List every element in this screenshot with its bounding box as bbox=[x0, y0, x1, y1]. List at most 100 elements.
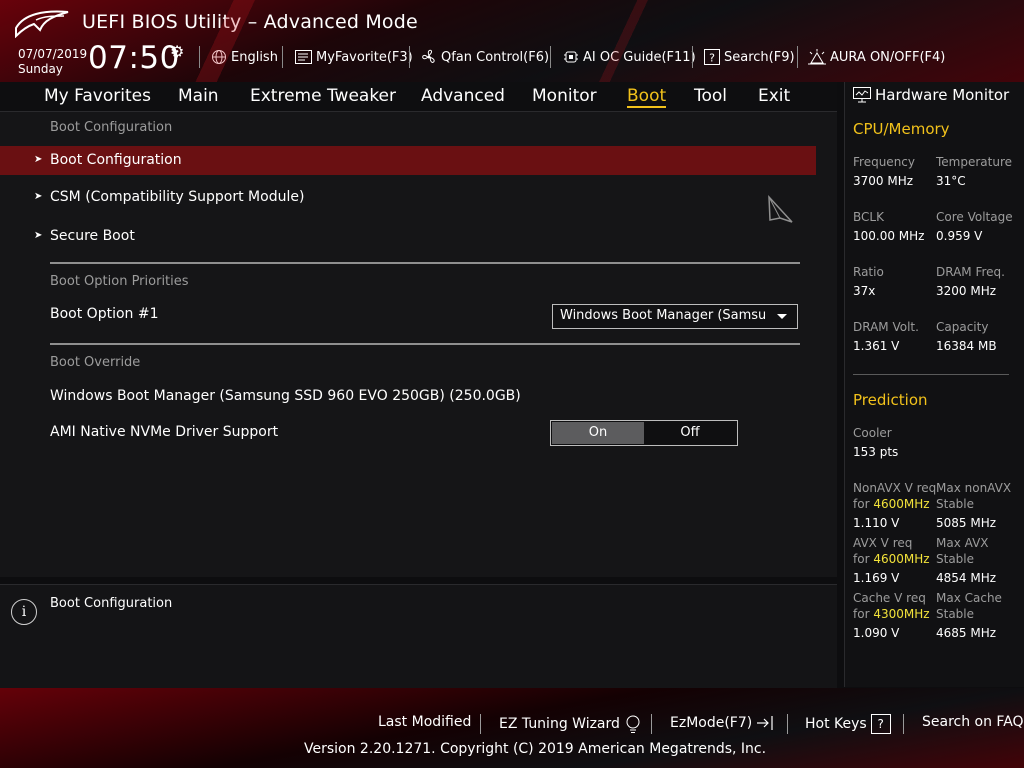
mouse-cursor-icon bbox=[768, 194, 793, 223]
ez-mode-label: EzMode(F7) bbox=[670, 715, 753, 731]
info-icon: i bbox=[11, 599, 37, 625]
weekday-text: Sunday bbox=[18, 62, 63, 76]
boot-option-1-select[interactable]: Windows Boot Manager (Samsung SSD 960 EV… bbox=[552, 304, 798, 329]
bclk-value: 100.00 MHz bbox=[853, 229, 925, 243]
dram-freq-value: 3200 MHz bbox=[936, 284, 997, 298]
max-cache-value: 4685 MHz bbox=[936, 626, 997, 640]
tab-exit[interactable]: Exit bbox=[758, 86, 790, 106]
boot-option-1-value: Windows Boot Manager (Samsung SSD 960 EV… bbox=[560, 308, 765, 323]
header-separator bbox=[409, 46, 410, 68]
myfavorite-button[interactable]: MyFavorite(F3) bbox=[295, 48, 413, 66]
language-button[interactable]: English bbox=[211, 48, 278, 66]
dram-volt-label: DRAM Volt. bbox=[853, 320, 919, 334]
ez-tuning-wizard-button[interactable]: EZ Tuning Wizard bbox=[499, 714, 642, 734]
date-text: 07/07/2019 bbox=[18, 47, 88, 61]
avx-freq: 4600MHz bbox=[873, 552, 930, 566]
nav-item-secure-boot[interactable]: ➤ Secure Boot bbox=[0, 222, 816, 251]
section-divider bbox=[50, 262, 800, 264]
question-box-icon: ? bbox=[704, 49, 720, 65]
search-button[interactable]: ? Search(F9) bbox=[704, 48, 795, 66]
menu-bar: My Favorites Main Extreme Tweaker Advanc… bbox=[0, 82, 837, 112]
arrow-right-icon: ➤ bbox=[34, 191, 43, 202]
fan-icon bbox=[422, 49, 435, 64]
cache-req-label: Cache V req for 4300MHz bbox=[853, 591, 930, 621]
aura-toggle-button[interactable]: AURA ON/OFF(F4) bbox=[808, 48, 945, 66]
frequency-label: Frequency bbox=[853, 155, 915, 169]
frequency-value: 3700 MHz bbox=[853, 174, 914, 188]
prediction-title: Prediction bbox=[853, 391, 928, 409]
nvme-off-option[interactable]: Off bbox=[644, 422, 736, 444]
section-title-boot-option-priorities: Boot Option Priorities bbox=[50, 274, 189, 289]
hot-keys-button[interactable]: Hot Keys ? bbox=[805, 714, 891, 734]
section-title-boot-override: Boot Override bbox=[50, 355, 141, 370]
rog-logo-icon bbox=[15, 10, 69, 38]
tab-extreme-tweaker[interactable]: Extreme Tweaker bbox=[250, 86, 396, 106]
exit-arrow-icon bbox=[757, 716, 773, 730]
search-faq-label: Search on FAQ bbox=[922, 714, 1024, 730]
footer-separator bbox=[480, 714, 481, 734]
footer-separator bbox=[903, 714, 904, 734]
qfan-control-label: Qfan Control(F6) bbox=[441, 49, 550, 65]
temperature-value: 31°C bbox=[936, 174, 966, 188]
aura-icon bbox=[808, 49, 826, 65]
avx-req-label: AVX V req for 4600MHz bbox=[853, 536, 930, 566]
ez-mode-button[interactable]: EzMode(F7) bbox=[670, 714, 775, 732]
language-label: English bbox=[231, 49, 278, 65]
monitor-icon bbox=[853, 87, 871, 103]
help-panel: i Boot Configuration bbox=[0, 584, 837, 688]
boot-override-item[interactable]: Windows Boot Manager (Samsung SSD 960 EV… bbox=[50, 388, 521, 404]
header-separator bbox=[282, 46, 283, 68]
ratio-label: Ratio bbox=[853, 265, 884, 279]
nonavx-req-label: NonAVX V req for 4600MHz bbox=[853, 481, 937, 511]
nvme-driver-toggle: On Off bbox=[550, 420, 738, 446]
hot-keys-label: Hot Keys bbox=[805, 716, 867, 732]
capacity-value: 16384 MB bbox=[936, 339, 997, 353]
nvme-on-option[interactable]: On bbox=[552, 422, 644, 444]
header-bar: UEFI BIOS Utility – Advanced Mode 07/07/… bbox=[0, 0, 1024, 82]
gear-icon[interactable]: ⚙ bbox=[170, 42, 184, 61]
tab-my-favorites[interactable]: My Favorites bbox=[44, 86, 151, 106]
caret-down-icon bbox=[777, 314, 787, 319]
section-title-boot-configuration: Boot Configuration bbox=[50, 120, 173, 135]
search-label: Search(F9) bbox=[724, 49, 795, 65]
section-divider bbox=[50, 343, 800, 345]
copyright-text: Version 2.20.1271. Copyright (C) 2019 Am… bbox=[304, 741, 767, 757]
header-separator bbox=[199, 46, 200, 68]
tab-boot[interactable]: Boot bbox=[627, 86, 667, 108]
hardware-monitor-title: Hardware Monitor bbox=[853, 86, 1009, 104]
last-modified-button[interactable]: Last Modified bbox=[378, 714, 471, 730]
favorite-list-icon bbox=[295, 50, 312, 64]
nav-item-csm[interactable]: ➤ CSM (Compatibility Support Module) bbox=[0, 183, 816, 212]
cpu-memory-title: CPU/Memory bbox=[853, 120, 950, 138]
question-box-icon: ? bbox=[870, 714, 891, 734]
lightbulb-icon bbox=[626, 715, 640, 733]
svg-text:?: ? bbox=[709, 52, 715, 65]
footer-bar: Last Modified EZ Tuning Wizard EzMode(F7… bbox=[0, 688, 1024, 768]
max-nonavx-value: 5085 MHz bbox=[936, 516, 997, 530]
globe-icon bbox=[212, 50, 226, 64]
ratio-value: 37x bbox=[853, 284, 876, 298]
nav-item-boot-configuration[interactable]: ➤ Boot Configuration bbox=[0, 146, 816, 175]
footer-separator bbox=[651, 714, 652, 734]
tab-tool[interactable]: Tool bbox=[694, 86, 727, 106]
search-faq-button[interactable]: Search on FAQ bbox=[922, 714, 1024, 730]
tab-advanced[interactable]: Advanced bbox=[421, 86, 505, 106]
tab-main[interactable]: Main bbox=[178, 86, 219, 106]
ez-tuning-wizard-label: EZ Tuning Wizard bbox=[499, 716, 620, 732]
max-avx-value: 4854 MHz bbox=[936, 571, 997, 585]
nonavx-freq: 4600MHz bbox=[873, 497, 930, 511]
nav-item-label: Boot Configuration bbox=[50, 152, 182, 168]
hardware-monitor-panel: Hardware Monitor CPU/Memory Frequency 37… bbox=[844, 82, 1024, 687]
myfavorite-label: MyFavorite(F3) bbox=[316, 49, 413, 65]
bclk-label: BCLK bbox=[853, 210, 884, 224]
help-text: Boot Configuration bbox=[50, 596, 173, 611]
tab-monitor[interactable]: Monitor bbox=[532, 86, 597, 106]
arrow-right-icon: ➤ bbox=[34, 154, 43, 165]
ai-oc-guide-button[interactable]: AI OC Guide(F11) bbox=[563, 48, 696, 66]
main-panel: Boot Configuration ➤ Boot Configuration … bbox=[0, 112, 837, 577]
dram-freq-label: DRAM Freq. bbox=[936, 265, 1005, 279]
qfan-control-button[interactable]: Qfan Control(F6) bbox=[421, 48, 549, 66]
footer-separator bbox=[787, 714, 788, 734]
chip-icon bbox=[564, 51, 578, 63]
cache-voltage-value: 1.090 V bbox=[853, 626, 900, 640]
